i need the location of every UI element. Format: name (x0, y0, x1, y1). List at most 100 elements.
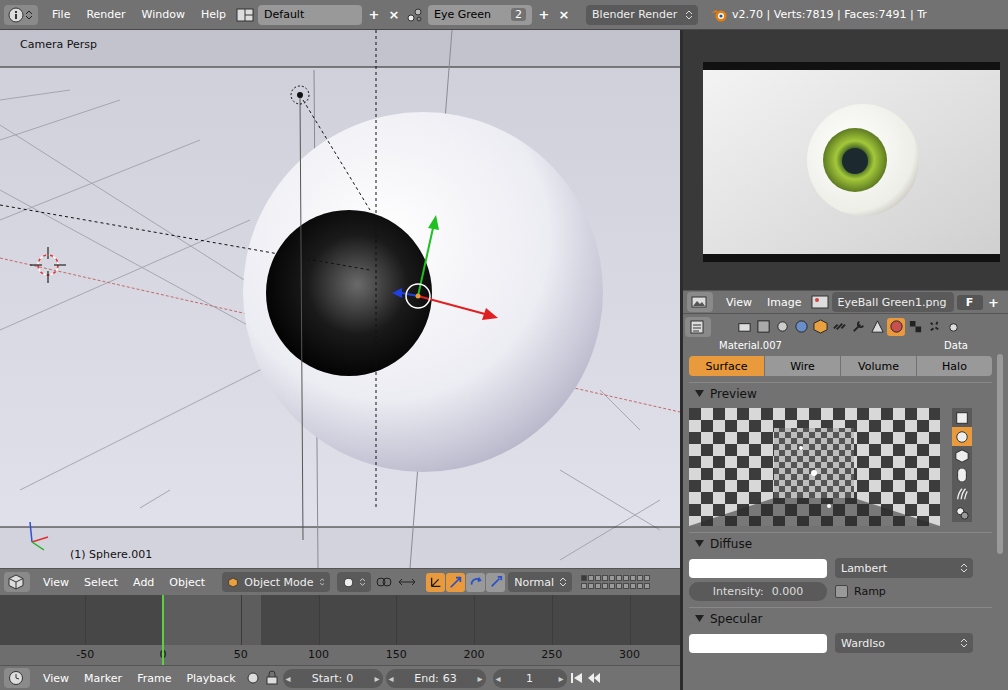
layer-button[interactable] (637, 583, 643, 589)
preview-shape-button[interactable] (952, 503, 972, 522)
context-tab[interactable] (944, 318, 962, 336)
shading-dropdown[interactable] (337, 572, 371, 592)
add-screen-button[interactable]: + (366, 7, 382, 22)
diffuse-shader-dropdown[interactable]: Lambert (835, 558, 973, 578)
editor-type-button[interactable] (685, 317, 711, 337)
layer-button[interactable] (609, 583, 615, 589)
image-editor[interactable] (683, 30, 1008, 290)
mode-dropdown[interactable]: Object Mode (222, 572, 330, 592)
context-tab[interactable] (906, 318, 924, 336)
manipulator-toggle[interactable] (466, 573, 485, 592)
viewport-canvas[interactable] (0, 30, 680, 568)
fake-user-button[interactable]: F (957, 295, 983, 310)
manipulator-toggle[interactable] (426, 573, 445, 592)
iris-mesh[interactable] (266, 210, 432, 376)
layer-button[interactable] (595, 583, 601, 589)
layer-button[interactable] (602, 583, 608, 589)
layer-button[interactable] (623, 583, 629, 589)
decrement-arrow-icon[interactable]: ◂ (286, 673, 291, 684)
menu-item[interactable]: View (720, 294, 758, 311)
eyeball-mesh[interactable] (243, 112, 603, 472)
frame-ruler[interactable]: -50050100150200250300 (0, 645, 680, 665)
context-tab[interactable] (811, 318, 829, 336)
menu-item[interactable]: Add (127, 574, 160, 591)
layer-button[interactable] (637, 575, 643, 581)
playhead[interactable] (162, 595, 164, 665)
scrollbar[interactable] (997, 354, 1003, 554)
editor-type-button[interactable] (4, 668, 30, 688)
start-frame-field[interactable]: ◂Start:0▸ (283, 669, 383, 688)
menu-item[interactable]: Window (136, 6, 191, 23)
specular-color-swatch[interactable] (689, 634, 827, 653)
panel-header[interactable]: Preview (689, 382, 992, 404)
preview-shape-button[interactable] (952, 465, 972, 484)
menu-item[interactable]: Help (195, 6, 232, 23)
layer-button[interactable] (623, 575, 629, 581)
panel-header[interactable]: Diffuse (689, 532, 992, 554)
menu-item[interactable]: View (37, 574, 75, 591)
layer-button[interactable] (588, 575, 594, 581)
record-icon[interactable] (245, 670, 261, 686)
diffuse-color-swatch[interactable] (689, 559, 827, 578)
material-type-tab[interactable]: Wire (765, 356, 840, 376)
menu-item[interactable]: Select (78, 574, 124, 591)
material-type-tab[interactable]: Volume (841, 356, 916, 376)
transform-manipulator-icon[interactable] (392, 215, 498, 320)
lock-icon[interactable] (264, 670, 280, 686)
layer-button[interactable] (588, 583, 594, 589)
context-tab[interactable] (792, 318, 810, 336)
lamp-icon[interactable] (291, 86, 309, 104)
image-name-field[interactable]: EyeBall Green1.png (832, 292, 954, 312)
image-browse-icon[interactable] (811, 294, 829, 310)
manipulator-toggle[interactable] (486, 573, 505, 592)
layer-button[interactable] (581, 583, 587, 589)
pivot-icon[interactable] (374, 574, 394, 590)
end-frame-field[interactable]: ◂End:63▸ (386, 669, 486, 688)
preview-shape-button[interactable] (952, 408, 972, 427)
menu-item[interactable]: Playback (180, 670, 241, 687)
menu-item[interactable]: Render (80, 6, 131, 23)
menu-item[interactable]: Object (163, 574, 211, 591)
menu-item[interactable]: View (37, 670, 75, 687)
layer-button[interactable] (581, 575, 587, 581)
increment-arrow-icon[interactable]: ▸ (558, 673, 563, 684)
decrement-arrow-icon[interactable]: ◂ (389, 673, 394, 684)
material-name[interactable]: Material.007 (719, 339, 782, 352)
layer-button[interactable] (630, 575, 636, 581)
menu-item[interactable]: Marker (78, 670, 128, 687)
manipulate-center-icon[interactable] (397, 574, 417, 590)
editor-type-button[interactable] (4, 572, 30, 592)
screen-field[interactable]: Default (258, 5, 362, 25)
context-tab[interactable] (849, 318, 867, 336)
manipulator-toggle[interactable] (446, 573, 465, 592)
render-engine-dropdown[interactable]: Blender Render (586, 5, 698, 25)
menu-item[interactable]: File (46, 6, 76, 23)
material-type-tab[interactable]: Halo (917, 356, 992, 376)
scene-icon[interactable] (406, 7, 424, 23)
preview-shape-button[interactable] (952, 484, 972, 503)
menu-item[interactable]: Frame (131, 670, 177, 687)
screen-layout-icon[interactable] (236, 7, 254, 23)
3d-cursor-icon[interactable] (30, 247, 66, 283)
3d-viewport[interactable]: Camera Persp(1) Sphere.001 (0, 30, 680, 568)
prev-keyframe-icon[interactable] (587, 671, 601, 685)
delete-scene-button[interactable]: × (556, 7, 572, 22)
layer-button[interactable] (602, 575, 608, 581)
editor-type-button[interactable] (4, 5, 38, 25)
layer-button[interactable] (630, 583, 636, 589)
context-tab[interactable] (887, 318, 905, 336)
decrement-arrow-icon[interactable]: ◂ (496, 673, 501, 684)
intensity-slider[interactable]: Intensity:0.000 (689, 582, 827, 601)
panel-header[interactable]: Specular (689, 607, 992, 629)
layer-button[interactable] (616, 583, 622, 589)
context-tab[interactable] (830, 318, 848, 336)
preview-shape-button[interactable] (952, 427, 972, 446)
layer-button[interactable] (609, 575, 615, 581)
delete-screen-button[interactable]: × (386, 7, 402, 22)
jump-start-icon[interactable] (570, 671, 584, 685)
context-tab[interactable] (868, 318, 886, 336)
material-type-tab[interactable]: Surface (689, 356, 764, 376)
checkbox-box[interactable] (835, 585, 848, 598)
increment-arrow-icon[interactable]: ▸ (477, 673, 482, 684)
menu-item[interactable]: Image (761, 294, 807, 311)
